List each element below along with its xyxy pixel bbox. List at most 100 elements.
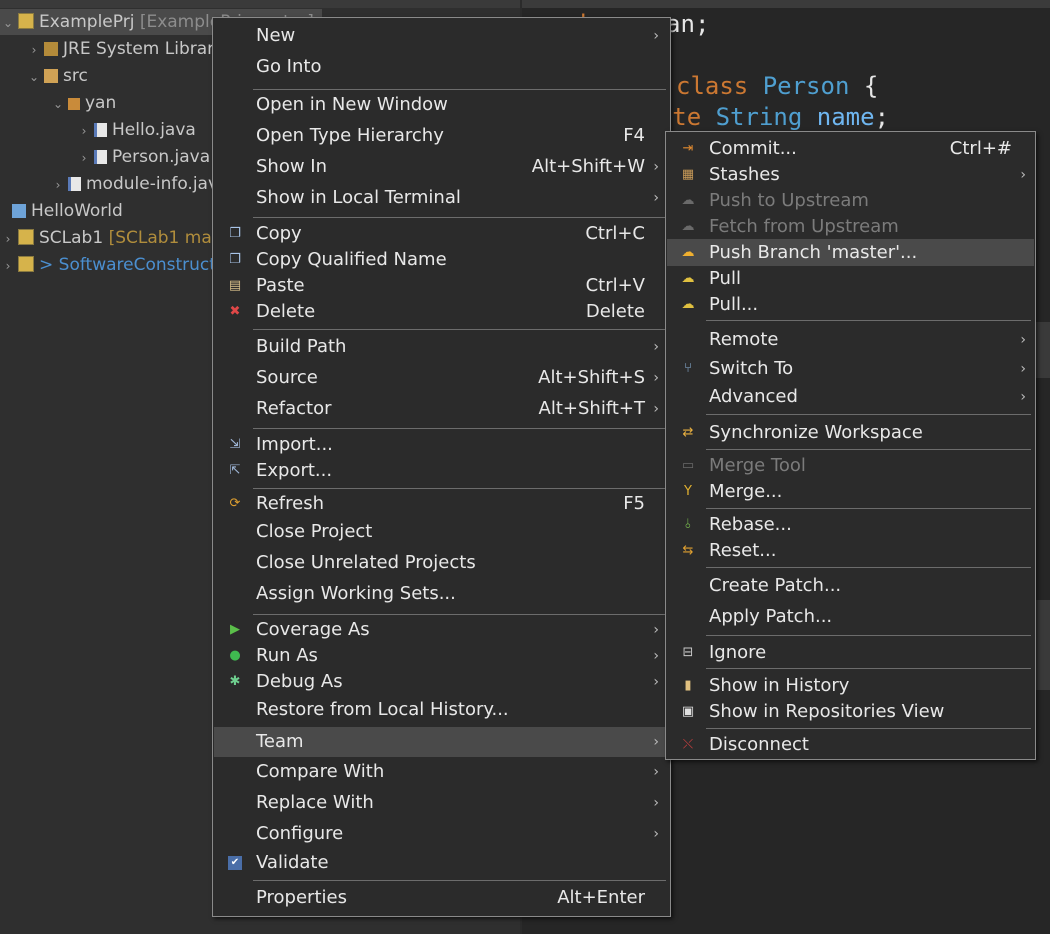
tree-item-helloworld[interactable]: HelloWorld [10,198,123,224]
menu-item-close-unrelated[interactable]: Close Unrelated Projects [214,549,669,577]
debug-icon: ✱ [229,674,241,689]
reset-icon: ⇆ [682,543,694,558]
menu-item-close-project[interactable]: Close Project [214,518,669,546]
menu-item-push-branch[interactable]: ☁ Push Branch 'master'... [667,239,1034,266]
menu-item-label: Push Branch 'master'... [709,242,918,263]
menu-item-show-in-history[interactable]: ▮ Show in History [667,672,1034,700]
tree-item-person-java[interactable]: › Person.java [76,144,211,171]
menu-item-import[interactable]: ⇲ Import... [214,431,669,459]
tree-item-jre[interactable]: › JRE System Library [26,36,225,63]
editor-tab-bar[interactable] [522,0,1050,8]
pull-icon: ☁ [681,271,695,286]
menu-item-replace-with[interactable]: Replace With › [214,789,669,817]
menu-item-open-type-hierarchy[interactable]: Open Type Hierarchy F4 [214,122,669,150]
menu-item-copy[interactable]: ❐ Copy Ctrl+C [214,220,669,248]
submenu-arrow-icon: › [653,159,659,175]
menu-item-delete[interactable]: ✖ Delete Delete [214,298,669,326]
collapsed-arrow-icon[interactable]: › [76,145,92,171]
menu-item-label: Close Unrelated Projects [256,552,476,573]
collapsed-arrow-icon[interactable]: › [26,37,42,63]
java-project-icon [18,256,34,272]
menu-item-copy-qualified-name[interactable]: ❐ Copy Qualified Name [214,246,669,274]
menu-separator [706,414,1031,415]
menu-item-label: Properties [256,887,347,908]
submenu-arrow-icon: › [653,339,659,355]
menu-item-go-into[interactable]: Go Into [214,53,669,81]
menu-item-pull[interactable]: ☁ Pull [667,265,1034,293]
expanded-arrow-icon[interactable]: ⌄ [0,10,16,36]
menu-item-create-patch[interactable]: Create Patch... [667,572,1034,600]
menu-item-fetch-from-upstream[interactable]: ☁ Fetch from Upstream [667,213,1034,241]
push-branch-icon: ☁ [681,245,695,260]
collapsed-arrow-icon[interactable]: › [0,226,16,252]
menu-item-merge[interactable]: Y Merge... [667,478,1034,506]
menu-item-compare-with[interactable]: Compare With › [214,758,669,786]
menu-item-show-in[interactable]: Show In Alt+Shift+W › [214,153,669,181]
menu-item-refactor[interactable]: Refactor Alt+Shift+T › [214,395,669,423]
menu-shortcut: Delete [585,301,645,322]
menu-item-properties[interactable]: Properties Alt+Enter [214,884,669,912]
type-token: Person [762,72,850,100]
menu-item-label: Coverage As [256,619,370,640]
menu-item-apply-patch[interactable]: Apply Patch... [667,603,1034,631]
menu-item-paste[interactable]: ▤ Paste Ctrl+V [214,272,669,300]
menu-item-stashes[interactable]: ▦ Stashes › [667,161,1034,189]
collapsed-arrow-icon[interactable]: › [0,253,16,279]
collapsed-arrow-icon[interactable]: › [76,118,92,144]
menu-item-merge-tool[interactable]: ▭ Merge Tool [667,452,1034,480]
menu-item-rebase[interactable]: ⫰ Rebase... [667,511,1034,539]
menu-item-restore-local-history[interactable]: Restore from Local History... [214,696,669,724]
menu-item-label: Create Patch... [709,575,842,596]
menu-shortcut: Alt+Enter [557,887,645,908]
tree-item-hello-java[interactable]: › Hello.java [76,117,196,143]
menu-item-label: Export... [256,460,333,481]
tree-item-yan[interactable]: ⌄ yan [50,90,116,116]
menu-item-team[interactable]: Team › [214,727,669,757]
menu-item-label: Show in Local Terminal [256,187,461,208]
menu-item-coverage-as[interactable]: ▶ Coverage As › [214,616,669,644]
menu-item-label: Apply Patch... [709,606,833,627]
menu-item-debug-as[interactable]: ✱ Debug As › [214,668,669,696]
menu-item-label: New [256,25,296,46]
tree-item-softwareconstruction[interactable]: › > SoftwareConstruction [0,252,242,278]
menu-item-remote[interactable]: Remote › [667,326,1034,354]
team-submenu: ⇥ Commit... Ctrl+# ▦ Stashes › ☁ Push to Upst… [665,131,1036,760]
submenu-arrow-icon: › [653,370,659,386]
menu-item-build-path[interactable]: Build Path › [214,333,669,361]
menu-item-new[interactable]: New › [214,22,669,50]
package-explorer-tab-bar[interactable] [0,0,520,8]
menu-item-source[interactable]: Source Alt+Shift+S › [214,364,669,392]
menu-item-pull-dialog[interactable]: ☁ Pull... [667,291,1034,319]
menu-item-label: Open Type Hierarchy [256,125,444,146]
menu-item-synchronize-workspace[interactable]: ⇄ Synchronize Workspace [667,419,1034,447]
menu-item-label: Commit... [709,138,797,159]
menu-item-disconnect[interactable]: ⤬ Disconnect [667,731,1034,759]
code-line-3[interactable]: class Person { [676,71,878,102]
menu-item-configure[interactable]: Configure › [214,820,669,848]
submenu-arrow-icon: › [1020,167,1026,183]
menu-item-push-to-upstream[interactable]: ☁ Push to Upstream [667,187,1034,215]
menu-item-show-local-terminal[interactable]: Show in Local Terminal › [214,184,669,212]
expanded-arrow-icon[interactable]: ⌄ [50,91,66,117]
menu-shortcut: F5 [623,493,645,514]
menu-item-commit[interactable]: ⇥ Commit... Ctrl+# [667,135,1034,163]
menu-item-show-in-repositories[interactable]: ▣ Show in Repositories View [667,698,1034,726]
expanded-arrow-icon[interactable]: ⌄ [26,64,42,90]
menu-item-refresh[interactable]: ⟳ Refresh F5 [214,490,669,518]
collapsed-arrow-icon[interactable]: › [50,172,66,198]
menu-item-export[interactable]: ⇱ Export... [214,457,669,485]
menu-item-validate[interactable]: ✔ Validate [214,849,669,877]
menu-item-ignore[interactable]: ⊟ Ignore [667,639,1034,667]
tree-item-src[interactable]: ⌄ src [26,63,88,89]
tree-item-module-info[interactable]: › module-info.java [50,171,229,198]
java-project-icon [18,13,34,29]
menu-item-open-new-window[interactable]: Open in New Window [214,91,669,119]
menu-item-switch-to[interactable]: ⑂ Switch To › [667,355,1034,383]
editor-side-panel-lower [1036,600,1050,690]
menu-item-reset[interactable]: ⇆ Reset... [667,537,1034,565]
menu-item-label: Team [256,731,304,752]
menu-item-run-as[interactable]: ● Run As › [214,642,669,670]
menu-item-assign-working-sets[interactable]: Assign Working Sets... [214,580,669,608]
menu-item-label: Show in History [709,675,850,696]
menu-item-advanced[interactable]: Advanced › [667,383,1034,411]
